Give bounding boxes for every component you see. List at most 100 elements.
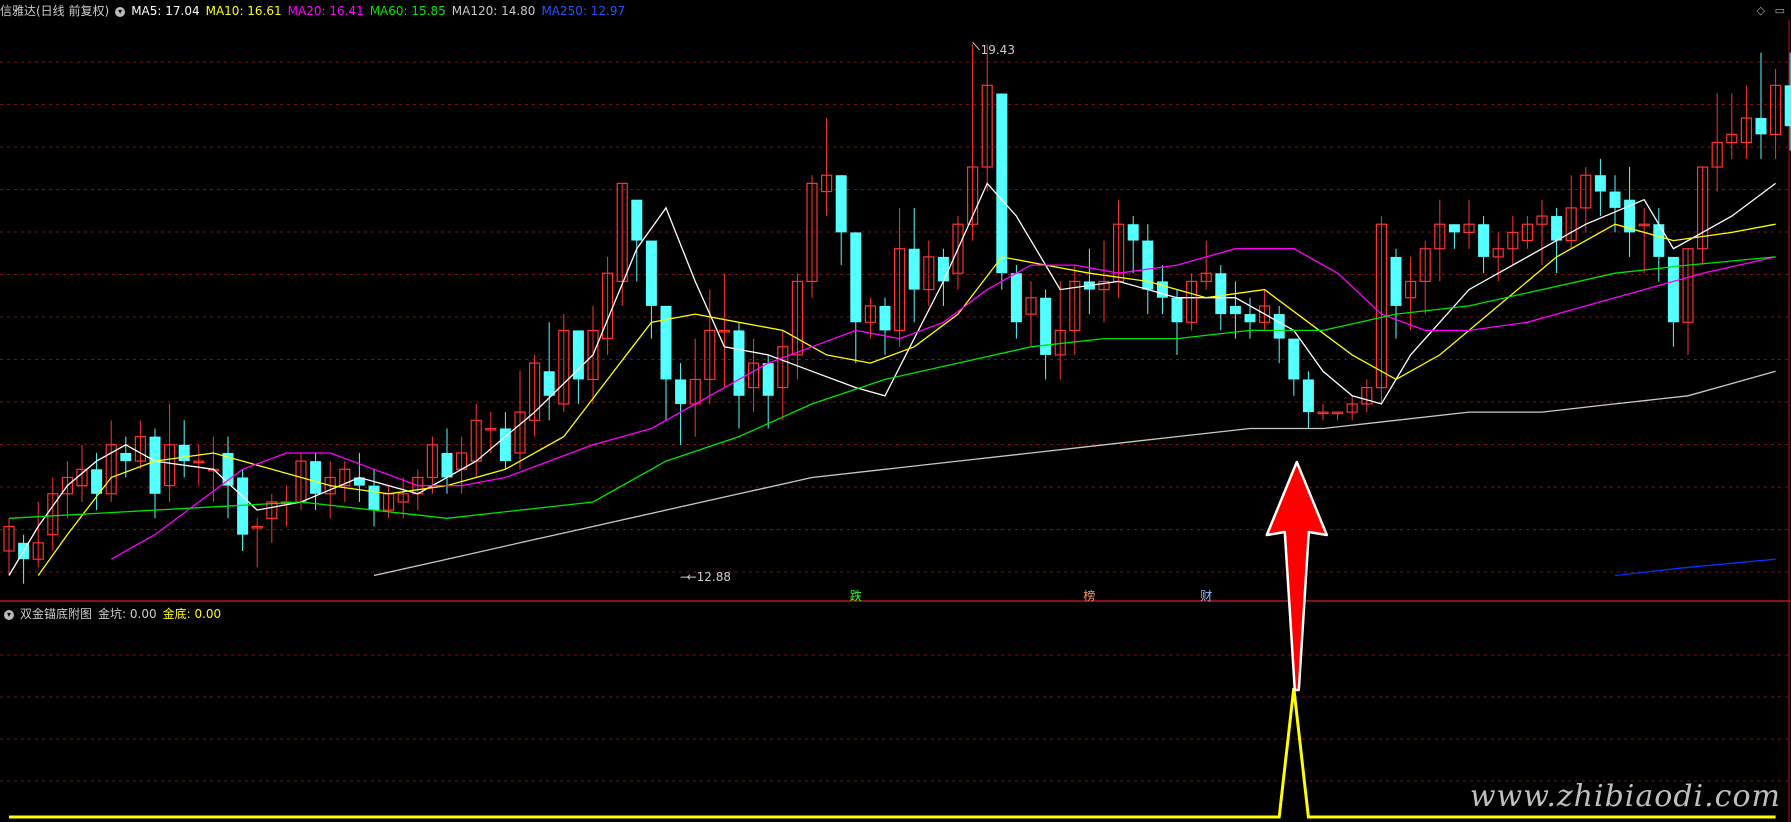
candle: [368, 469, 380, 527]
candle: [1521, 216, 1534, 249]
candle-body: [733, 330, 745, 396]
ma-line-ma10: [37, 223, 1776, 576]
low-marker-label: ←12.88: [687, 570, 731, 584]
candle: [616, 182, 628, 306]
sub-title[interactable]: 双金锚底附图: [20, 607, 92, 621]
candle-body: [835, 175, 847, 233]
candle: [1156, 265, 1168, 315]
candle: [1696, 166, 1709, 266]
candle: [937, 248, 949, 306]
candle-body: [1551, 216, 1563, 241]
candle-body: [1273, 314, 1285, 339]
candle: [1171, 289, 1183, 355]
candle: [251, 518, 263, 568]
dropdown-icon[interactable]: ▾: [115, 6, 126, 17]
window-restore-icon[interactable]: ▭: [1775, 4, 1785, 17]
candle: [1478, 216, 1490, 274]
candle-body: [1755, 118, 1767, 135]
candle: [1317, 403, 1329, 421]
candle: [266, 493, 278, 543]
candle: [747, 338, 760, 413]
candle: [1040, 289, 1052, 380]
price-panel[interactable]: 19.43 ←12.88 跌 榜 财: [3, 41, 1791, 603]
ma250-label: MA250: 12.97: [541, 4, 626, 18]
candle-body: [908, 248, 920, 290]
diamond-icon[interactable]: ◇: [1757, 4, 1765, 17]
high-marker-label: 19.43: [981, 43, 1015, 57]
candle-body: [1448, 224, 1460, 233]
candle: [149, 428, 161, 519]
candle-body: [1010, 273, 1022, 323]
candle: [1507, 216, 1519, 266]
candle: [777, 330, 789, 421]
candle: [470, 403, 482, 478]
candle: [689, 338, 701, 437]
candle: [558, 314, 570, 413]
candle: [966, 44, 979, 241]
candle-body: [762, 363, 774, 396]
candle-body: [1609, 191, 1621, 208]
candle: [120, 436, 132, 478]
candle: [1463, 199, 1475, 249]
candle: [1098, 240, 1110, 323]
candle: [675, 363, 687, 445]
candle: [1083, 248, 1095, 315]
candle: [1448, 224, 1460, 249]
candle: [514, 371, 526, 470]
candle-body: [1653, 224, 1665, 257]
ma-line-ma250: [1614, 558, 1776, 577]
candle: [1638, 207, 1650, 274]
candle: [1667, 256, 1679, 347]
candle: [631, 199, 643, 282]
candle: [1127, 216, 1139, 274]
ma10-label: MA10: 16.61: [205, 4, 282, 18]
candle: [543, 322, 555, 421]
candle: [660, 305, 672, 421]
candle: [47, 477, 59, 551]
candle: [733, 322, 745, 429]
main-title[interactable]: 信雅达(日线 前复权): [0, 4, 109, 18]
main-legend: 信雅达(日线 前复权) ▾ MA5: 17.04 MA10: 16.61 MA20: 1…: [0, 2, 631, 20]
candle-body: [1040, 297, 1052, 355]
ma-line-ma5: [8, 182, 1776, 576]
candle: [1361, 379, 1373, 413]
candle-body: [631, 199, 643, 241]
candle: [1536, 199, 1548, 266]
candle: [850, 232, 862, 364]
candle: [1711, 93, 1723, 192]
candle-body: [645, 240, 657, 306]
candle-body: [1302, 379, 1314, 413]
sub-legend: ▾ 双金锚底附图 金坑: 0.00 金底: 0.00: [0, 605, 227, 623]
candle: [1755, 52, 1767, 159]
candle: [923, 240, 935, 306]
candle-body: [310, 461, 322, 494]
candle-body: [660, 305, 672, 380]
candle-body: [543, 371, 555, 396]
candle-body: [178, 444, 190, 462]
ma-line-ma60: [8, 256, 1776, 519]
candle: [1288, 338, 1300, 396]
candle-body: [937, 256, 949, 282]
candle: [3, 518, 15, 576]
candle-body: [1594, 175, 1606, 192]
candle-body: [91, 469, 103, 494]
candle: [1054, 281, 1066, 380]
indicator-panel[interactable]: [9, 460, 1776, 819]
candle-body: [120, 452, 132, 462]
high-marker-line: [972, 41, 980, 51]
candle: [1624, 167, 1636, 257]
candle-body: [149, 436, 161, 494]
candle: [1229, 281, 1241, 339]
candle: [645, 240, 657, 339]
candle: [996, 93, 1008, 290]
stock-chart[interactable]: 19.43 ←12.88 跌 榜 财: [0, 0, 1791, 822]
candle: [193, 444, 205, 486]
candle: [572, 330, 584, 404]
candle: [1025, 281, 1037, 347]
watermark: www.zhibiaodi.com: [1469, 779, 1781, 814]
candle: [485, 412, 497, 453]
dropdown-icon[interactable]: ▾: [4, 609, 14, 620]
candle-body: [441, 452, 453, 478]
candle-body: [996, 93, 1008, 274]
candle-body: [1229, 305, 1241, 315]
